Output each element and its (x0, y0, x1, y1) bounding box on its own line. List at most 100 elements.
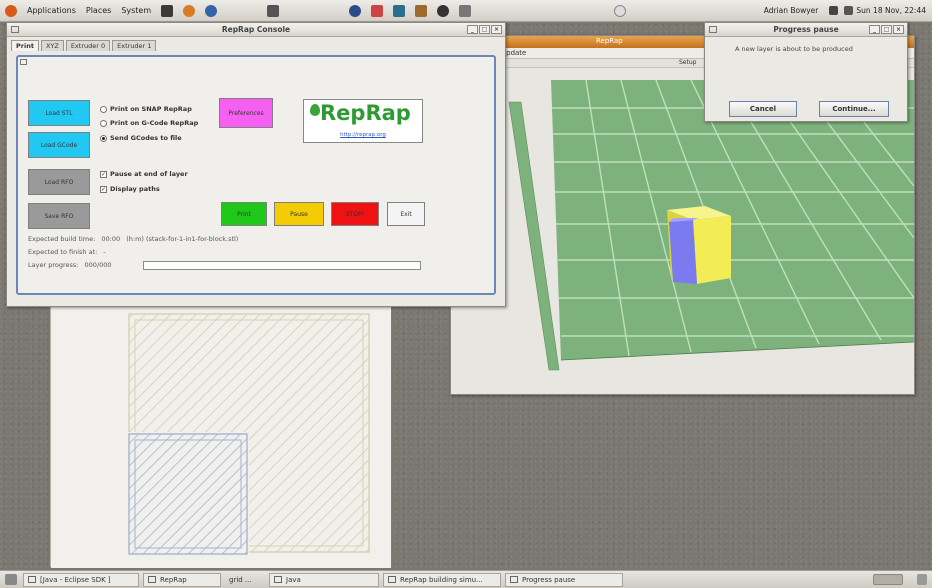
help-launcher-icon[interactable] (205, 4, 218, 17)
terminal-launcher-icon[interactable] (161, 4, 174, 17)
monitor-launcher-icon[interactable] (393, 4, 406, 17)
user-name[interactable]: Adrian Bowyer (764, 6, 819, 15)
radio-file-label: Send GCodes to file (110, 134, 182, 142)
window-menu-icon[interactable] (11, 26, 19, 33)
finish-label: Expected to finish at: (28, 248, 98, 256)
task-java-label: Java (286, 575, 301, 584)
logo-link[interactable]: http://reprap.org (304, 132, 422, 138)
gimp-launcher-icon[interactable] (415, 4, 428, 17)
preview-setup-label[interactable]: Setup (679, 59, 696, 66)
top-panel: Applications Places System Adrian Bowyer… (0, 0, 932, 22)
layer-slice-view[interactable] (51, 306, 391, 568)
gnome-foot-icon[interactable] (5, 4, 17, 17)
network-icon[interactable] (613, 4, 626, 17)
logo-text: RepRap (320, 101, 411, 125)
volume-icon[interactable] (829, 6, 839, 15)
task-reprap[interactable]: RepRap (143, 572, 221, 587)
task-grid-label: grid ... (229, 575, 252, 584)
radio-snap-reprap[interactable]: Print on SNAP RepRap (100, 105, 192, 113)
pause-layer-label: Pause at end of layer (110, 170, 188, 178)
task-eclipse-icon (28, 576, 36, 583)
radio-snap-dot[interactable] (100, 105, 107, 113)
exit-button[interactable]: Exit (387, 202, 425, 226)
menu-places[interactable]: Places (81, 6, 116, 15)
pause-layer-check[interactable]: ✓ (100, 170, 107, 178)
editor-launcher-icon[interactable] (371, 4, 384, 17)
task-reprap-icon (148, 576, 156, 583)
clock[interactable]: Sun 18 Nov, 22:44 (856, 6, 926, 15)
layer-progress-label: Layer progress: (28, 261, 79, 269)
task-eclipse-label: [Java - Eclipse SDK ] (40, 575, 111, 584)
load-gcode-button[interactable]: Load GCode (28, 132, 90, 158)
task-reprap-label: RepRap (160, 575, 187, 584)
task-building-sim[interactable]: RepRap building simu... (383, 572, 501, 587)
menu-applications[interactable]: Applications (22, 6, 81, 15)
preview-title: RepRap (596, 37, 623, 45)
checkbox-pause-layer[interactable]: ✓ Pause at end of layer (100, 170, 188, 178)
reprap-logo: RepRap http://reprap.org (303, 99, 423, 143)
finish-value: - (103, 248, 106, 256)
radio-gcode-dot[interactable] (100, 119, 107, 127)
radio-snap-label: Print on SNAP RepRap (110, 105, 192, 113)
slice-window (50, 305, 391, 568)
console-title: RepRap Console (221, 25, 291, 34)
task-progress-icon (510, 576, 518, 583)
dialog-minimize-button[interactable]: _ (869, 25, 880, 34)
task-grid[interactable]: grid ... (225, 573, 265, 587)
console-tabs: Print XYZ Extruder 0 Extruder 1 (7, 37, 505, 51)
save-rfo-button[interactable]: Save RFO (28, 203, 90, 229)
task-building-label: RepRap building simu... (400, 575, 483, 584)
print-button[interactable]: Print (221, 202, 267, 226)
tab-extruder-1[interactable]: Extruder 1 (112, 40, 157, 51)
minimize-button[interactable]: _ (467, 25, 478, 34)
bird-launcher-icon[interactable] (437, 4, 450, 17)
tab-extruder-0[interactable]: Extruder 0 (65, 40, 111, 51)
radio-gcode-file[interactable]: Send GCodes to file (100, 134, 182, 142)
close-button[interactable]: × (491, 25, 502, 34)
display-paths-check[interactable]: ✓ (100, 185, 107, 193)
show-desktop-icon[interactable] (5, 574, 17, 585)
tab-xyz[interactable]: XYZ (40, 40, 64, 51)
build-time-row: Expected build time: 00:00 (h:m) (stack-… (28, 235, 238, 243)
build-time-label: Expected build time: (28, 235, 96, 243)
load-stl-button[interactable]: Load STL (28, 100, 90, 126)
task-building-icon (388, 576, 396, 583)
dialog-title: Progress pause (773, 25, 839, 34)
task-progress-pause[interactable]: Progress pause (505, 572, 623, 587)
trash-icon[interactable] (917, 574, 927, 585)
dialog-titlebar[interactable]: Progress pause _ □ × (705, 23, 907, 37)
pause-button[interactable]: Pause (274, 202, 324, 226)
dialog-message: A new layer is about to be produced (735, 45, 853, 53)
layer-progress-value: 000/000 (84, 261, 112, 269)
console-titlebar[interactable]: RepRap Console _ □ × (7, 23, 505, 37)
radio-gcode-reprap[interactable]: Print on G-Code RepRap (100, 119, 198, 127)
panel-menu-icon[interactable] (20, 59, 27, 65)
preferences-button[interactable]: Preferences (219, 98, 273, 128)
bottom-panel: [Java - Eclipse SDK ] RepRap grid ... Ja… (0, 570, 932, 588)
build-time-detail: (h:m) (stack-for-1-in1-for-block.stl) (126, 235, 239, 243)
stop-button[interactable]: STOP! (331, 202, 379, 226)
continue-button[interactable]: Continue... (819, 101, 889, 117)
task-eclipse[interactable]: [Java - Eclipse SDK ] (23, 572, 139, 587)
cancel-button[interactable]: Cancel (729, 101, 797, 117)
workspace-switcher-icon[interactable] (873, 574, 903, 585)
build-time-value: 00:00 (101, 235, 121, 243)
dialog-menu-icon[interactable] (709, 26, 717, 33)
menu-system[interactable]: System (116, 6, 156, 15)
drop-logo-icon (310, 104, 320, 116)
radio-file-dot[interactable] (100, 134, 107, 142)
globe-launcher-icon[interactable] (349, 4, 362, 17)
firefox-launcher-icon[interactable] (183, 4, 196, 17)
load-rfo-button[interactable]: Load RFO (28, 169, 90, 195)
maximize-button[interactable]: □ (479, 25, 490, 34)
layer-progress-bar (143, 261, 421, 270)
tool-launcher-icon[interactable] (459, 4, 472, 17)
battery-icon[interactable] (844, 6, 854, 15)
task-java[interactable]: Java (269, 572, 379, 587)
task-progress-label: Progress pause (522, 575, 576, 584)
checkbox-display-paths[interactable]: ✓ Display paths (100, 185, 160, 193)
notes-launcher-icon[interactable] (267, 4, 280, 17)
dialog-maximize-button[interactable]: □ (881, 25, 892, 34)
dialog-close-button[interactable]: × (893, 25, 904, 34)
tab-print[interactable]: Print (11, 40, 39, 51)
